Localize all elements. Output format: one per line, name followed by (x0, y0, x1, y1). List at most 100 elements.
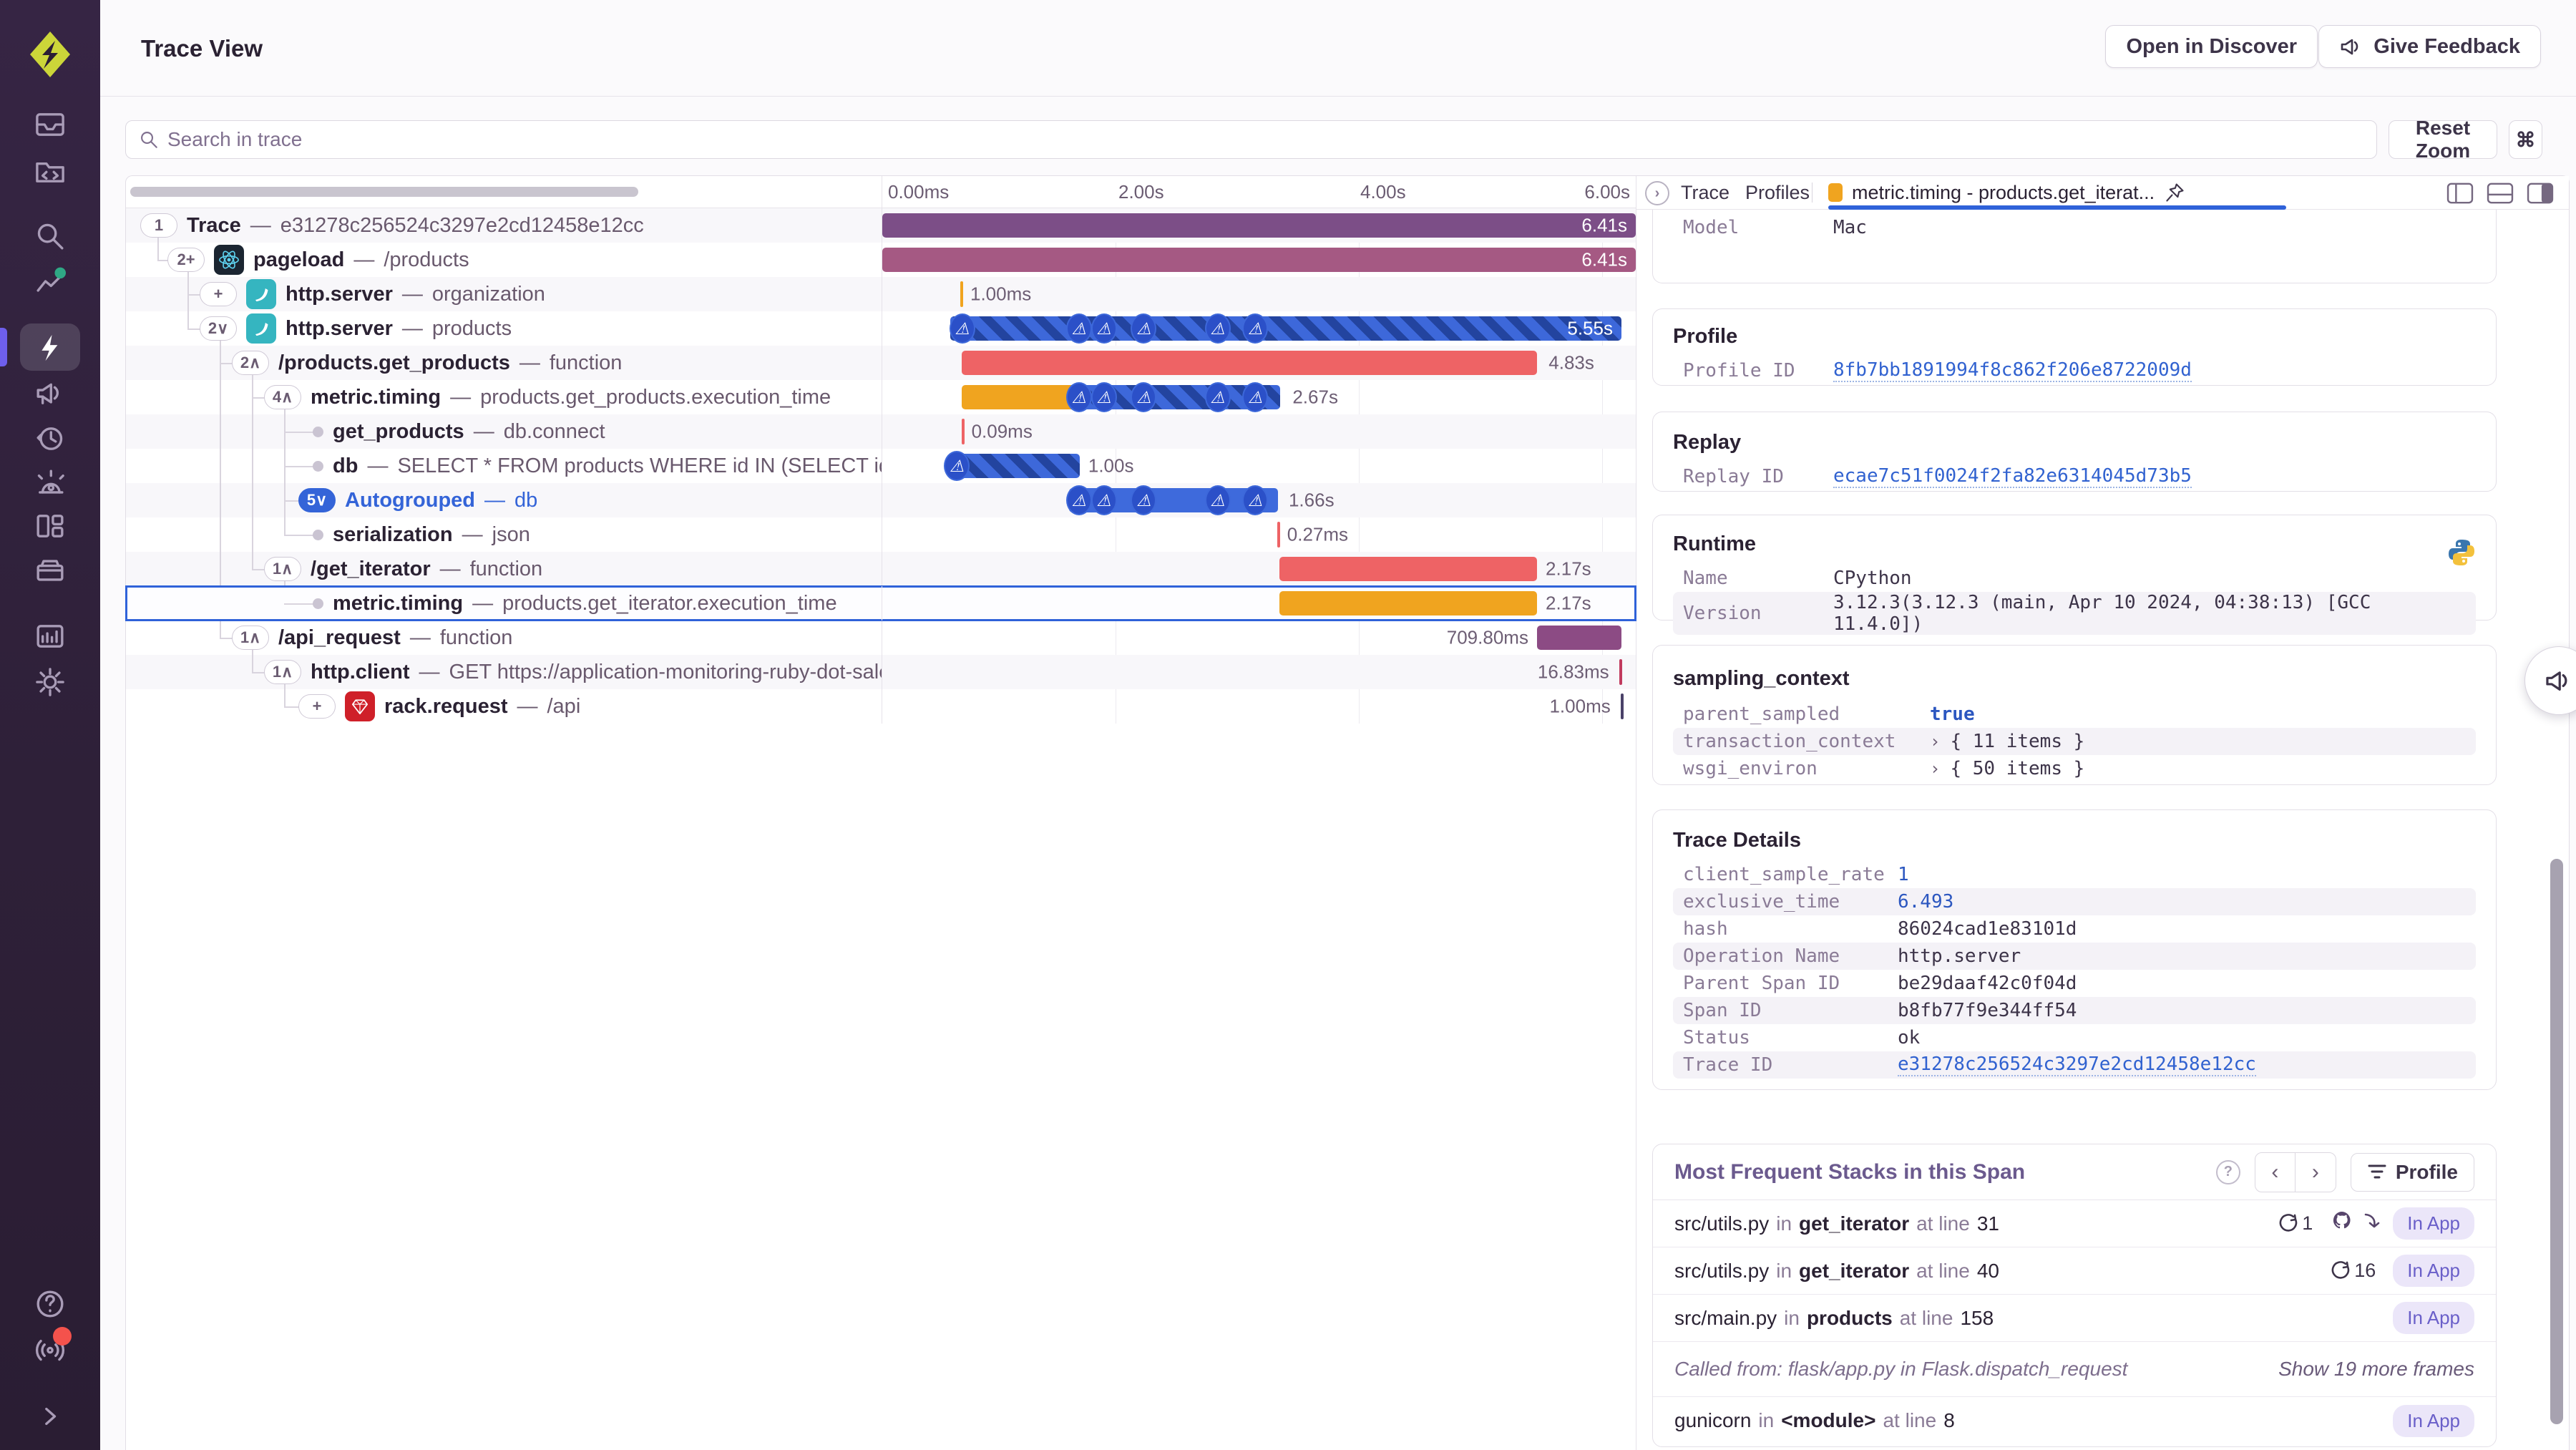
span-bar[interactable] (1620, 694, 1624, 719)
warning-icon[interactable]: ⚠ (949, 313, 975, 344)
span-bar[interactable]: 6.41s (882, 213, 1636, 238)
sidebar-collapse-icon[interactable] (34, 1401, 66, 1432)
span-count-badge[interactable]: 1 (140, 213, 177, 238)
span-bar[interactable] (1279, 557, 1538, 581)
whats-new-icon[interactable] (34, 1327, 72, 1364)
sidebar-item-stats[interactable] (34, 266, 66, 297)
span-count-badge[interactable]: 2+ (167, 248, 205, 272)
layout-drawer-bottom-icon[interactable] (2486, 182, 2514, 205)
pin-icon[interactable] (2164, 182, 2185, 203)
github-icon[interactable] (2330, 1209, 2354, 1238)
warning-icon[interactable]: ⚠ (1091, 382, 1117, 412)
span-bar[interactable] (1619, 659, 1622, 685)
profile-id-link[interactable]: 8fb7bb1891994f8c862f206e8722009d (1833, 359, 2192, 382)
sidebar-item-monitors[interactable] (34, 621, 66, 652)
stack-frame-row[interactable]: src/utils.py in get_iterator at line 40 16 I… (1653, 1247, 2496, 1295)
span-count-badge[interactable]: 1∧ (264, 557, 301, 581)
trace-id-link[interactable]: e31278c256524c3297e2cd12458e12cc (1898, 1054, 2256, 1076)
warning-icon[interactable]: ⚠ (1204, 485, 1231, 515)
span-bar[interactable] (961, 385, 1072, 409)
span-bar[interactable] (961, 351, 1538, 375)
warning-icon[interactable]: ⚠ (1204, 313, 1231, 344)
replay-id-link[interactable]: ecae7c51f0024f2fa82e6314045d73b5 (1833, 465, 2192, 488)
expandable-row[interactable]: transaction_context ›{ 11 items } (1673, 728, 2476, 755)
span-count-badge[interactable]: 2∨ (200, 316, 237, 341)
span-bar[interactable] (961, 419, 965, 444)
trace-row-selected[interactable]: metric.timing — products.get_iterator.ex… (125, 585, 1636, 621)
warning-icon[interactable]: ⚠ (1242, 313, 1269, 344)
sidebar-item-replays[interactable] (34, 423, 66, 454)
sidebar-item-settings[interactable] (34, 666, 66, 698)
trace-row[interactable]: 2∧ /products.get_products — function 4.8… (126, 346, 1636, 380)
tab-profiles[interactable]: Profiles (1745, 176, 1810, 209)
prev-stack-button[interactable]: ‹ (2255, 1152, 2296, 1192)
trace-row[interactable]: 1∧ http.client — GET https://application… (126, 655, 1636, 689)
trace-row[interactable]: serialization — json 0.27ms (126, 517, 1636, 552)
span-bar[interactable] (1279, 591, 1538, 615)
stack-frame-row[interactable]: src/main.py in products at line 158 In App (1653, 1295, 2496, 1342)
sidebar-item-issues[interactable] (34, 109, 66, 140)
tab-active-span[interactable]: metric.timing - products.get_iterat... (1828, 176, 2185, 209)
sentry-logo-icon[interactable] (26, 30, 74, 79)
trace-row[interactable]: 1 Trace — e31278c256524c3297e2cd12458e12… (126, 208, 1636, 243)
open-in-discover-button[interactable]: Open in Discover (2105, 25, 2318, 68)
trace-row[interactable]: get_products — db.connect 0.09ms (126, 414, 1636, 449)
sidebar-item-projects[interactable] (34, 155, 66, 187)
vertical-scrollbar[interactable] (2550, 859, 2563, 1424)
span-count-badge[interactable]: 5∨ (298, 488, 336, 512)
span-count-badge[interactable]: + (298, 694, 336, 719)
sidebar-item-performance[interactable] (34, 332, 66, 364)
warning-icon[interactable]: ⚠ (1131, 313, 1157, 344)
trace-row[interactable]: 4∧ metric.timing — products.get_products… (126, 380, 1636, 414)
give-feedback-button[interactable]: Give Feedback (2318, 25, 2541, 68)
stack-frame-row[interactable]: gunicorn in <module> at line 8 In App (1653, 1397, 2496, 1444)
warning-icon[interactable]: ⚠ (1131, 485, 1157, 515)
trace-row[interactable]: 2∨ http.server — products 5.55s ⚠ ⚠ ⚠ ⚠ … (126, 311, 1636, 346)
reset-zoom-button[interactable]: Reset Zoom (2389, 117, 2497, 162)
span-count-badge[interactable]: 1∧ (232, 626, 269, 650)
details-scroll-area[interactable]: Model Mac Profile Profile ID 8fb7bb1891994… (1636, 210, 2569, 1450)
warning-icon[interactable]: ⚠ (1065, 382, 1092, 412)
sidebar-item-search[interactable] (34, 220, 66, 252)
warning-icon[interactable]: ⚠ (1091, 313, 1117, 344)
warning-icon[interactable]: ⚠ (1204, 382, 1231, 412)
next-stack-button[interactable]: › (2296, 1153, 2336, 1192)
layout-drawer-left-icon[interactable] (2446, 182, 2474, 205)
trace-row[interactable]: 2+ pageload — /products 6.41s (126, 243, 1636, 277)
span-bar[interactable]: 6.41s (882, 248, 1636, 272)
command-shortcut-button[interactable]: ⌘ (2509, 120, 2542, 159)
warning-icon[interactable]: ⚠ (1242, 382, 1269, 412)
warning-icon[interactable]: ⚠ (1131, 382, 1157, 412)
profile-button[interactable]: Profile (2350, 1152, 2474, 1192)
warning-icon[interactable]: ⚠ (1065, 313, 1092, 344)
span-bar[interactable]: 5.55s (950, 316, 1621, 341)
trace-row[interactable]: 1∧ /api_request — function 709.80ms (126, 621, 1636, 655)
span-count-badge[interactable]: + (200, 282, 237, 306)
layout-drawer-right-icon[interactable] (2526, 182, 2555, 205)
expandable-row[interactable]: wsgi_environ ›{ 50 items } (1673, 755, 2476, 782)
span-bar[interactable] (1537, 626, 1621, 650)
trace-row[interactable]: db — SELECT * FROM products WHERE id IN … (126, 449, 1636, 483)
warning-icon[interactable]: ⚠ (1242, 485, 1269, 515)
trace-row[interactable]: 1∧ /get_iterator — function 2.17s (126, 552, 1636, 586)
trace-row[interactable]: + http.server — organization 1.00ms (126, 277, 1636, 311)
sidebar-item-alerts[interactable] (34, 467, 66, 499)
warning-icon[interactable]: ⚠ (1091, 485, 1117, 515)
collapse-panel-icon[interactable]: › (1645, 181, 1669, 205)
span-bar[interactable] (960, 281, 963, 307)
trace-row-autogrouped[interactable]: 5∨ Autogrouped — db ⚠ ⚠ ⚠ ⚠ ⚠ 1.66s (126, 483, 1636, 517)
sidebar-item-dashboards[interactable] (34, 510, 66, 542)
tab-trace[interactable]: Trace (1681, 176, 1729, 209)
help-circle-icon[interactable]: ? (2215, 1159, 2240, 1184)
span-count-badge[interactable]: 4∧ (264, 385, 301, 409)
trace-row[interactable]: + rack.request — /api 1.00ms (126, 689, 1636, 724)
search-input[interactable] (167, 128, 2363, 151)
sidebar-item-releases[interactable] (34, 555, 66, 586)
stacktrace-link-icon[interactable] (2361, 1209, 2386, 1238)
horizontal-scrollbar[interactable] (130, 187, 638, 197)
help-icon[interactable] (34, 1288, 66, 1320)
warning-icon[interactable]: ⚠ (944, 451, 970, 481)
span-count-badge[interactable]: 1∧ (264, 660, 301, 684)
span-bar[interactable] (1277, 522, 1280, 548)
stack-frame-row[interactable]: src/utils.py in get_iterator at line 31 1 In… (1653, 1200, 2496, 1247)
